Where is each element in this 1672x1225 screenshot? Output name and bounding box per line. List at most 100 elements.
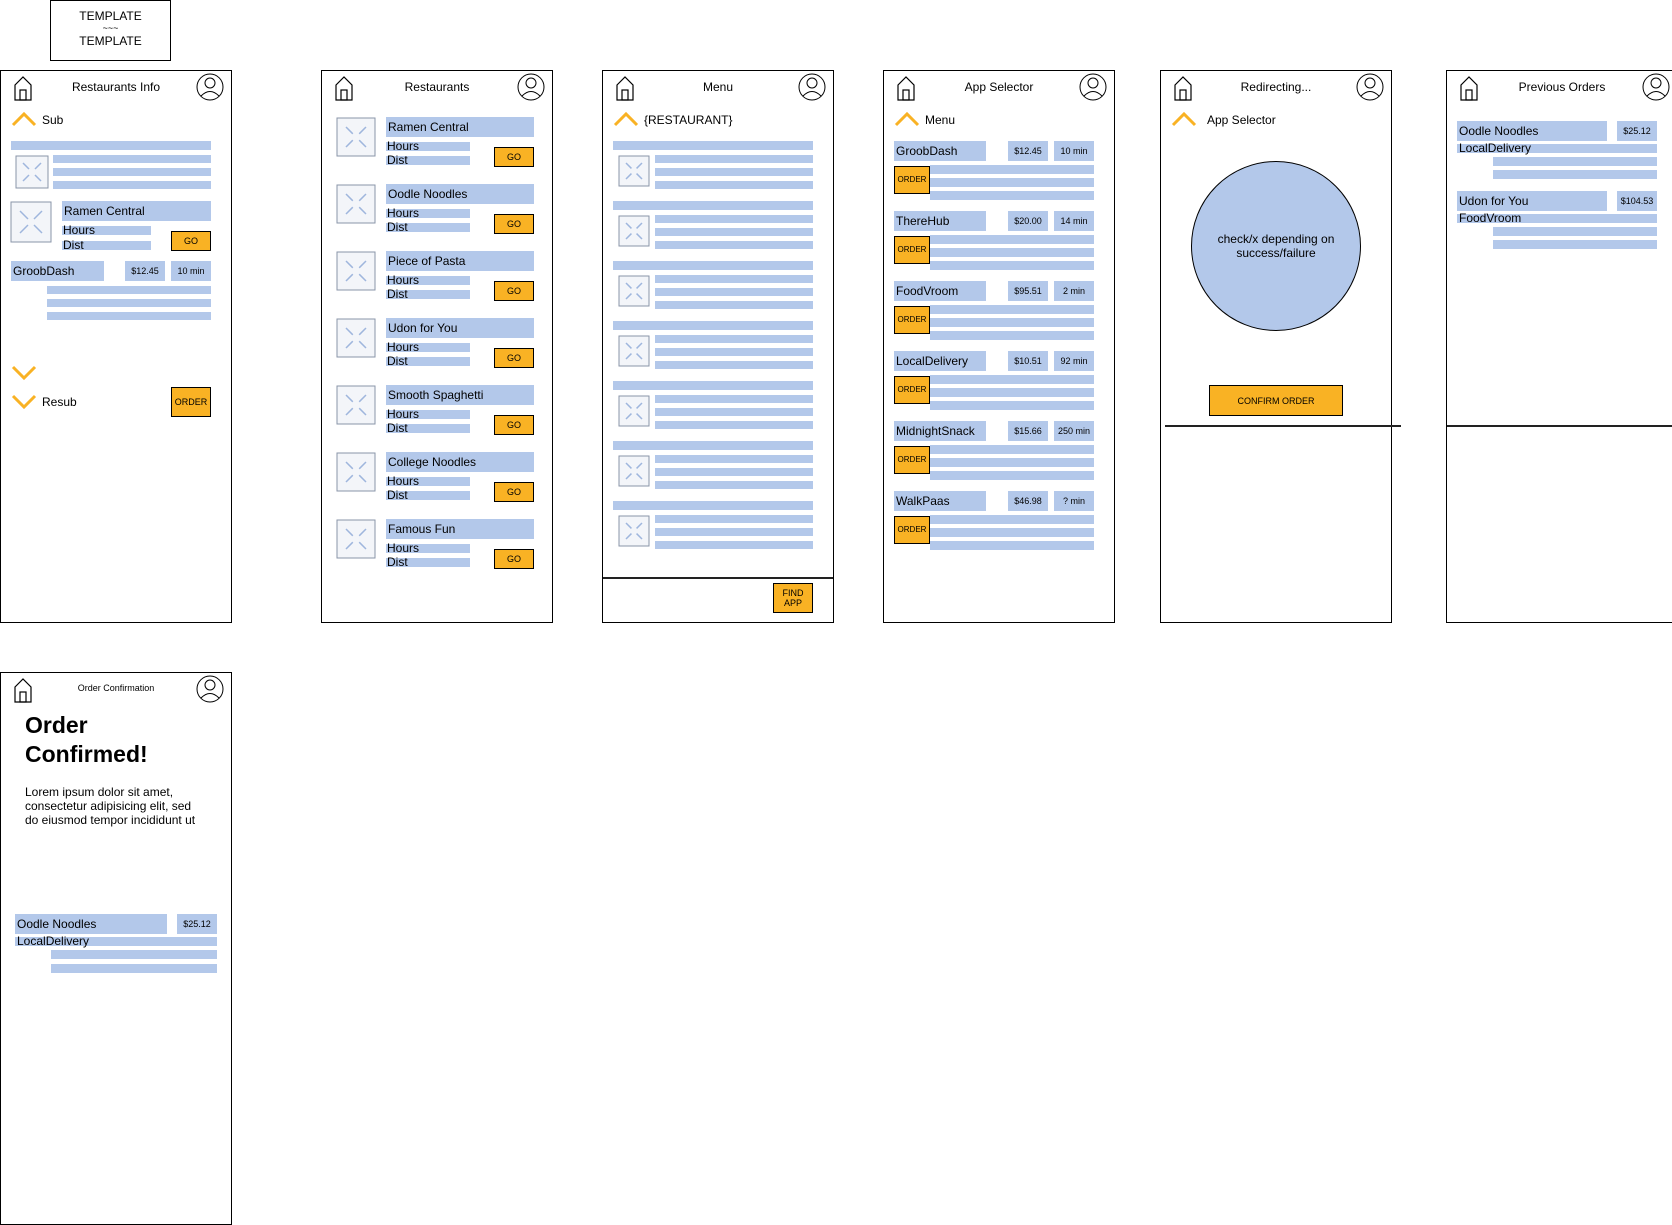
order-button[interactable]: ORDER xyxy=(171,387,211,417)
placeholder-bar xyxy=(655,215,813,223)
user-avatar-icon[interactable] xyxy=(798,73,826,101)
menu-item[interactable] xyxy=(603,501,833,557)
home-icon[interactable] xyxy=(13,677,33,703)
hours-label: Hours xyxy=(63,223,96,237)
order-button[interactable]: ORDER xyxy=(894,236,930,264)
go-button[interactable]: GO xyxy=(171,231,211,251)
user-avatar-icon[interactable] xyxy=(1356,73,1384,101)
home-icon[interactable] xyxy=(13,75,33,101)
home-icon[interactable] xyxy=(1459,75,1479,101)
app-list-item[interactable]: ThereHub $20.00 14 min ORDER xyxy=(884,211,1114,275)
back-label: Menu xyxy=(925,113,956,127)
app-list-item[interactable]: FoodVroom $95.51 2 min ORDER xyxy=(884,281,1114,345)
go-button[interactable]: GO xyxy=(494,214,534,234)
order-button[interactable]: ORDER xyxy=(894,376,930,404)
placeholder-bar xyxy=(930,261,1094,270)
screen-order-confirmation: Order Confirmation Order Confirmed! Lore… xyxy=(0,672,232,1225)
confirm-order-button[interactable]: CONFIRM ORDER xyxy=(1209,385,1343,416)
restaurant-list-item[interactable]: Smooth Spaghetti Hours Dist GO xyxy=(322,385,552,445)
restaurant-list-item[interactable]: Ramen Central Hours Dist GO xyxy=(322,117,552,177)
placeholder-bar xyxy=(930,318,1094,327)
go-button[interactable]: GO xyxy=(494,482,534,502)
home-icon[interactable] xyxy=(615,75,635,101)
placeholder-bar xyxy=(655,288,813,296)
go-button[interactable]: GO xyxy=(494,147,534,167)
image-placeholder-icon xyxy=(336,385,376,425)
menu-item[interactable] xyxy=(603,141,833,197)
image-placeholder-icon xyxy=(618,395,650,427)
app-list-item[interactable]: LocalDelivery $10.51 92 min ORDER xyxy=(884,351,1114,415)
time-badge: 92 min xyxy=(1054,351,1094,371)
placeholder-bar xyxy=(930,388,1094,397)
placeholder-bar xyxy=(51,964,217,973)
home-icon[interactable] xyxy=(1173,75,1193,101)
placeholder-bar xyxy=(655,301,813,309)
placeholder-bar xyxy=(613,201,813,210)
app-list-item[interactable]: WalkPaas $46.98 ? min ORDER xyxy=(884,491,1114,555)
order-button[interactable]: ORDER xyxy=(894,306,930,334)
user-avatar-icon[interactable] xyxy=(1642,73,1670,101)
placeholder-bar xyxy=(613,381,813,390)
chevron-up-icon[interactable] xyxy=(894,111,920,127)
menu-item[interactable] xyxy=(603,441,833,497)
dist-label: Dist xyxy=(387,287,408,301)
page-title: Menu xyxy=(702,80,734,94)
menu-item[interactable] xyxy=(603,321,833,377)
user-avatar-icon[interactable] xyxy=(517,73,545,101)
hours-label: Hours xyxy=(387,273,420,287)
chevron-up-icon[interactable] xyxy=(613,111,639,127)
placeholder-bar xyxy=(47,299,211,307)
chevron-down-icon[interactable] xyxy=(11,394,37,410)
restaurant-list-item[interactable]: Oodle Noodles Hours Dist GO xyxy=(322,184,552,244)
page-title: Previous Orders xyxy=(1518,80,1606,94)
order-list-item[interactable]: Oodle Noodles $25.12 LocalDelivery xyxy=(1447,121,1672,183)
placeholder-bar xyxy=(930,401,1094,410)
dist-label: Dist xyxy=(387,354,408,368)
menu-item[interactable] xyxy=(603,261,833,317)
order-button[interactable]: ORDER xyxy=(894,516,930,544)
user-avatar-icon[interactable] xyxy=(1079,73,1107,101)
home-icon[interactable] xyxy=(896,75,916,101)
order-list-item[interactable]: Udon for You $104.53 FoodVroom xyxy=(1447,191,1672,253)
restaurant-list-item[interactable]: Famous Fun Hours Dist GO xyxy=(322,519,552,579)
go-button[interactable]: GO xyxy=(494,281,534,301)
go-button[interactable]: GO xyxy=(494,549,534,569)
placeholder-bar xyxy=(1493,240,1657,249)
order-button[interactable]: ORDER xyxy=(894,166,930,194)
screen-menu: Menu {RESTAURANT} FIND APP xyxy=(602,70,834,623)
app-list-item[interactable]: GroobDash $12.45 10 min ORDER xyxy=(884,141,1114,205)
image-placeholder-icon xyxy=(15,155,49,189)
price-badge: $10.51 xyxy=(1008,351,1048,371)
divider-line xyxy=(1165,425,1401,427)
page-title: Redirecting... xyxy=(1240,80,1312,94)
user-avatar-icon[interactable] xyxy=(196,675,224,703)
placeholder-bar xyxy=(655,181,813,189)
user-avatar-icon[interactable] xyxy=(196,73,224,101)
menu-item[interactable] xyxy=(603,381,833,437)
home-icon[interactable] xyxy=(334,75,354,101)
go-button[interactable]: GO xyxy=(494,415,534,435)
order-button[interactable]: ORDER xyxy=(894,446,930,474)
screen-restaurants-info: Restaurants Info Sub Ramen Central Hours… xyxy=(0,70,232,623)
placeholder-bar xyxy=(613,141,813,150)
restaurant-list-item[interactable]: Piece of Pasta Hours Dist GO xyxy=(322,251,552,311)
placeholder-bar xyxy=(930,458,1094,467)
go-button[interactable]: GO xyxy=(494,348,534,368)
app-name: LocalDelivery xyxy=(17,934,90,948)
restaurant-list-item[interactable]: Udon for You Hours Dist GO xyxy=(322,318,552,378)
confirmation-heading: Order Confirmed! xyxy=(25,711,148,769)
chevron-up-icon[interactable] xyxy=(1171,111,1197,127)
chevron-down-icon[interactable] xyxy=(11,365,37,381)
placeholder-bar xyxy=(655,228,813,236)
price-badge: $95.51 xyxy=(1008,281,1048,301)
restaurant-list-item[interactable]: College Noodles Hours Dist GO xyxy=(322,452,552,512)
app-list-item[interactable]: MidnightSnack $15.66 250 min ORDER xyxy=(884,421,1114,485)
placeholder-bar xyxy=(11,141,211,150)
find-app-line-2: APP xyxy=(783,598,802,608)
placeholder-bar xyxy=(655,155,813,163)
placeholder-bar xyxy=(655,241,813,249)
menu-item[interactable] xyxy=(603,201,833,257)
chevron-up-icon[interactable] xyxy=(11,111,37,127)
find-app-button[interactable]: FIND APP xyxy=(773,583,813,613)
back-label: App Selector xyxy=(1207,113,1276,127)
